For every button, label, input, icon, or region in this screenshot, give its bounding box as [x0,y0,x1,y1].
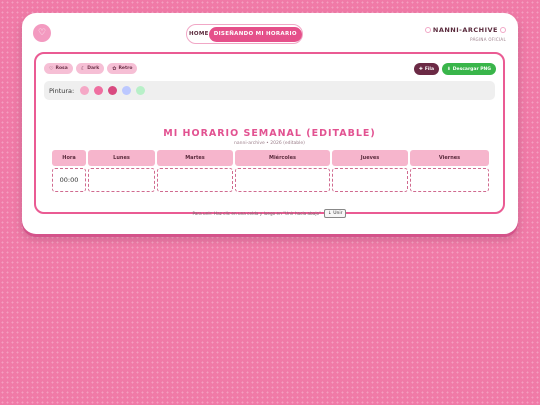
download-icon: ⬇ [447,66,451,72]
theme-dark-button[interactable]: ☾ Dark [75,63,105,74]
download-png-label: Descargar PNG [452,66,491,72]
column-header-viernes: Viernes [410,150,489,166]
table-row: 00:00 [52,168,489,192]
plus-icon: ✚ [419,66,423,72]
theme-label: Retro [118,66,133,71]
brand: NANNI-ARCHIVE PÁGINA OFICIAL [424,26,506,42]
nav-pill: HOME DISEÑANDO MI HORARIO [186,24,303,44]
column-header-lunes: Lunes [88,150,155,166]
schedule-cell[interactable] [410,168,489,192]
theme-selector: ♡ Rosa ☾ Dark ✿ Retro [44,63,138,74]
add-row-button[interactable]: ✚ Fila [414,63,440,75]
column-header-martes: Martes [157,150,233,166]
theme-label: Rosa [55,66,68,71]
schedule-cell[interactable] [235,168,330,192]
action-buttons: ✚ Fila ⬇ Descargar PNG [414,63,496,75]
schedule-cell[interactable] [88,168,155,192]
column-header-miercoles: Miércoles [235,150,330,166]
column-header-hora: Hora [52,150,86,166]
schedule-title: MI HORARIO SEMANAL (EDITABLE) [163,128,376,139]
column-header-jueves: Jueves [332,150,408,166]
schedule-cell[interactable] [332,168,408,192]
paint-swatch[interactable] [108,86,118,95]
brand-name-text: NANNI-ARCHIVE [432,26,498,34]
paint-bar: Pintura: [44,81,495,100]
paint-label: Pintura: [49,86,75,95]
schedule-cell[interactable] [157,168,233,192]
merge-hint-text: Para unir: Haz clic en una celda y luego… [192,211,321,216]
heart-icon: ♡ [49,65,54,72]
flower-icon: ✿ [112,65,117,72]
add-row-label: Fila [424,66,435,72]
brand-dot-icon [500,27,506,33]
time-cell[interactable]: 00:00 [52,168,86,192]
theme-retro-button[interactable]: ✿ Retro [107,63,138,74]
brand-name: NANNI-ARCHIVE [424,26,506,34]
download-png-button[interactable]: ⬇ Descargar PNG [442,63,496,75]
theme-label: Dark [87,66,100,71]
table-header-row: Hora Lunes Martes Miércoles Jueves Viern… [52,150,489,166]
merge-down-button[interactable]: ↓ Unir [324,209,347,218]
brand-subtitle: PÁGINA OFICIAL [470,37,506,42]
paint-swatch[interactable] [122,86,132,95]
paint-swatch[interactable] [136,86,146,95]
moon-icon: ☾ [80,65,86,72]
schedule-table: Hora Lunes Martes Miércoles Jueves Viern… [52,150,489,192]
nav-home-link[interactable]: HOME [189,31,209,37]
merge-hint: Para unir: Haz clic en una celda y luego… [36,209,503,218]
heart-logo-icon[interactable]: ♡ [33,24,51,42]
nav-active-tab[interactable]: DISEÑANDO MI HORARIO [208,26,302,42]
paint-swatch[interactable] [80,86,90,95]
app-window: ♡ HOME DISEÑANDO MI HORARIO NANNI-ARCHIV… [22,13,518,234]
brand-dot-icon [424,27,431,33]
schedule-panel: ♡ Rosa ☾ Dark ✿ Retro ✚ Fila ⬇ Descargar… [34,52,505,218]
paint-swatch[interactable] [94,86,104,95]
theme-rosa-button[interactable]: ♡ Rosa [44,63,73,74]
schedule-subtitle: nanni-archive • 2026 (editable) [234,141,305,146]
